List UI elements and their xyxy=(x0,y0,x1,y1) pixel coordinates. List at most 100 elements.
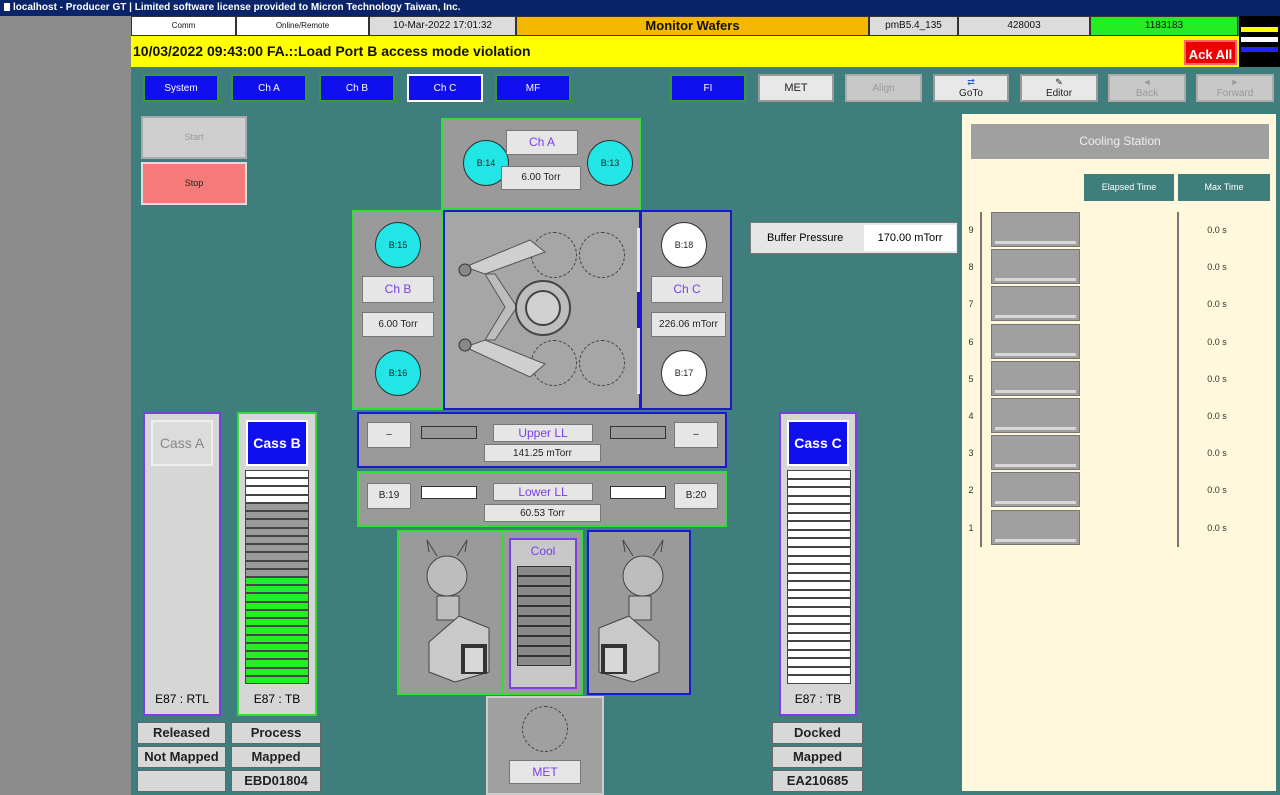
met-label: MET xyxy=(509,760,581,784)
cassette-c-status2: Mapped xyxy=(772,746,863,768)
chamber-a-panel[interactable]: B:14 B:13 Ch A 6.00 Torr xyxy=(441,118,641,210)
cooling-slot[interactable] xyxy=(991,323,1080,359)
cassette-b-slot xyxy=(245,593,309,602)
cool-station-panel[interactable]: Cool xyxy=(501,530,583,695)
chamber-b-panel[interactable]: B:15 Ch B 6.00 Torr B:16 xyxy=(352,210,444,410)
cassette-b-slot xyxy=(245,626,309,635)
window-titlebar: localhost - Producer GT | Limited softwa… xyxy=(0,0,1280,16)
cassette-c-button[interactable]: Cass C xyxy=(787,420,849,466)
lower-loadlock-panel[interactable]: B:19 Lower LL 60.53 Torr B:20 xyxy=(357,471,727,527)
cassette-c-slot xyxy=(787,504,851,513)
cooling-slot[interactable] xyxy=(991,509,1080,545)
cool-slot xyxy=(517,626,571,636)
cassette-c-slot xyxy=(787,478,851,488)
nav-chc-button[interactable]: Ch C xyxy=(407,74,483,102)
nav-editor-button[interactable]: ✎ Editor xyxy=(1020,74,1098,102)
nav-goto-button[interactable]: ⇄ GoTo xyxy=(933,74,1009,102)
cassette-c-slot xyxy=(787,512,851,522)
cooling-station-panel: Cooling Station Elapsed Time Max Time 9 0… xyxy=(962,114,1276,791)
upper-ll-label: Upper LL xyxy=(493,424,593,442)
cassette-b-slot xyxy=(245,478,309,487)
cool-slot xyxy=(517,596,571,606)
cassette-b-slot xyxy=(245,609,309,619)
cassette-c-panel[interactable]: Cass C E87 : TB xyxy=(779,412,857,716)
cassette-c-slot xyxy=(787,641,851,650)
cooling-slot-max-time: 0.0 s xyxy=(1207,373,1227,384)
cassette-b-slot xyxy=(245,502,309,512)
nav-forward-button[interactable]: ► Forward xyxy=(1196,74,1274,102)
cassette-b-slot xyxy=(245,601,309,610)
cassette-b-mode: E87 : TB xyxy=(253,692,301,706)
chamber-a-wafer-right[interactable]: B:13 xyxy=(587,140,633,186)
cooling-station-title: Cooling Station xyxy=(971,124,1269,159)
cassette-c-slot xyxy=(787,589,851,599)
cassette-b-slot xyxy=(245,651,309,660)
cassette-b-slot xyxy=(245,486,309,495)
chamber-c-panel[interactable]: B:18 Ch C 226.06 mTorr B:17 xyxy=(640,210,732,410)
cassette-b-button[interactable]: Cass B xyxy=(246,420,308,466)
back-arrow-icon: ◄ xyxy=(1142,77,1152,87)
cassette-c-slot xyxy=(787,675,851,684)
cooling-slot[interactable] xyxy=(991,286,1080,322)
nav-align-button[interactable]: Align xyxy=(845,74,922,102)
cassette-a-button[interactable]: Cass A xyxy=(151,420,213,466)
nav-met-button[interactable]: MET xyxy=(758,74,834,102)
chamber-c-wafer-top[interactable]: B:18 xyxy=(661,222,707,268)
upper-ll-pressure: 141.25 mTorr xyxy=(484,444,601,462)
upper-loadlock-panel[interactable]: – Upper LL 141.25 mTorr – xyxy=(357,412,727,468)
nav-back-button[interactable]: ◄ Back xyxy=(1108,74,1186,102)
nav-fi-button[interactable]: FI xyxy=(670,74,746,102)
cassette-c-slot xyxy=(787,624,851,633)
cassette-b-slot xyxy=(245,552,309,561)
cool-slot xyxy=(517,616,571,626)
cooling-slot-number: 8 xyxy=(968,262,974,273)
edit-icon: ✎ xyxy=(1055,77,1063,87)
nav-system-button[interactable]: System xyxy=(143,74,219,102)
cassette-b-slot xyxy=(245,618,309,627)
cassette-c-slot xyxy=(787,547,851,556)
main-area: Comm Online/Remote 10-Mar-2022 17:01:32 … xyxy=(131,16,1280,795)
cooling-slot-max-time: 0.0 s xyxy=(1207,225,1227,235)
cooling-slot-max-time: 0.0 s xyxy=(1207,336,1227,347)
nav-cha-button[interactable]: Ch A xyxy=(231,74,307,102)
lower-ll-left[interactable]: B:19 xyxy=(367,483,411,509)
nav-mf-button[interactable]: MF xyxy=(495,74,571,102)
cassette-b-carrier-id: EBD01804 xyxy=(231,770,321,792)
cassette-b-slot xyxy=(245,544,309,553)
nav-chb-button[interactable]: Ch B xyxy=(319,74,395,102)
start-button[interactable]: Start xyxy=(141,116,247,159)
cassette-b-status1: Process xyxy=(231,722,321,744)
cooling-slot[interactable] xyxy=(991,398,1080,433)
ack-all-button[interactable]: Ack All xyxy=(1184,40,1237,65)
cassette-c-slot xyxy=(787,666,851,676)
chamber-b-wafer-top[interactable]: B:15 xyxy=(375,222,421,268)
cassette-c-slot xyxy=(787,606,851,616)
cassette-c-slot xyxy=(787,649,851,659)
cooling-slot[interactable] xyxy=(991,360,1080,396)
cool-slot xyxy=(517,586,571,596)
cassette-b-slot xyxy=(245,535,309,545)
met-station-panel[interactable]: MET xyxy=(486,696,604,795)
cassette-b-slot xyxy=(245,511,309,520)
cooling-slot[interactable] xyxy=(991,472,1080,508)
cassette-b-slot xyxy=(245,494,309,503)
chamber-b-wafer-bottom[interactable]: B:16 xyxy=(375,350,421,396)
cassette-c-slot xyxy=(787,487,851,496)
cassette-c-slot xyxy=(787,470,851,479)
goto-icon: ⇄ xyxy=(967,77,975,87)
cassette-a-panel[interactable]: Cass A E87 : RTL xyxy=(143,412,221,716)
stop-button[interactable]: Stop xyxy=(141,162,247,205)
cassette-b-slot xyxy=(245,585,309,594)
cassette-c-slot xyxy=(787,495,851,505)
lower-ll-right[interactable]: B:20 xyxy=(674,483,718,509)
cool-slot xyxy=(517,636,571,646)
cassette-b-panel[interactable]: Cass B E87 : TB xyxy=(237,412,317,716)
cassette-c-slot xyxy=(787,572,851,582)
upper-ll-right[interactable]: – xyxy=(674,422,718,448)
upper-ll-left[interactable]: – xyxy=(367,422,411,448)
cooling-slot[interactable] xyxy=(991,212,1080,247)
cassette-a-mode: E87 : RTL xyxy=(155,692,209,706)
cooling-slot[interactable] xyxy=(991,435,1080,471)
cooling-slot[interactable] xyxy=(991,249,1080,285)
chamber-c-wafer-bottom[interactable]: B:17 xyxy=(661,350,707,396)
